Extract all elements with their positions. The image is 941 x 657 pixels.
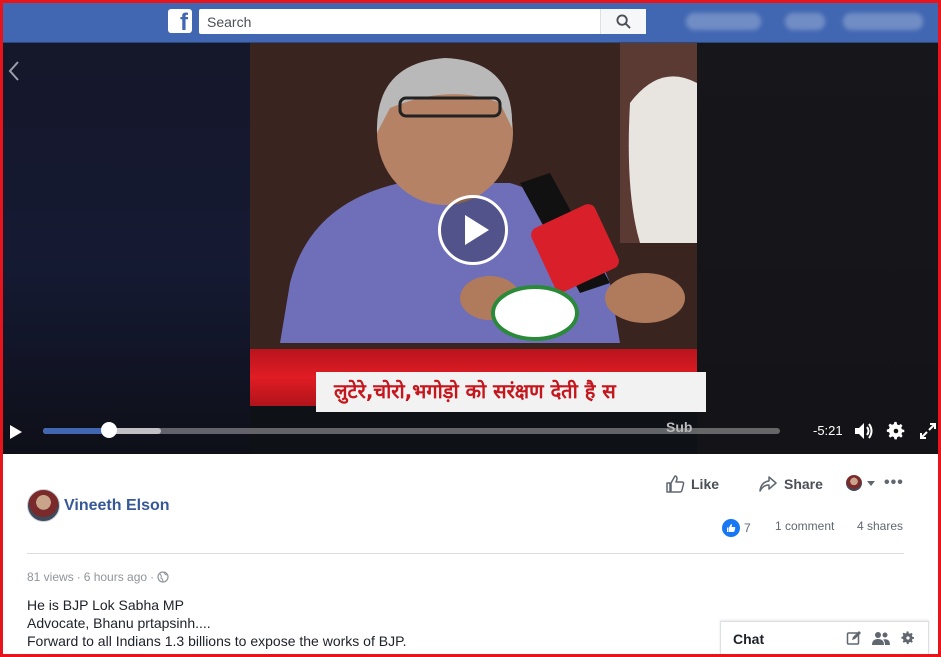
gear-icon[interactable]	[900, 630, 916, 646]
play-overlay-button[interactable]	[438, 195, 508, 265]
top-navigation-bar: f	[3, 3, 938, 43]
search-input[interactable]	[199, 9, 600, 34]
meta-separator: ·	[76, 570, 81, 584]
post-meta: 81 views · 6 hours ago ·	[27, 570, 169, 584]
gear-icon[interactable]	[885, 420, 907, 442]
search-icon	[616, 14, 631, 29]
share-arrow-icon	[759, 476, 777, 492]
search-box	[199, 9, 646, 34]
more-options-button[interactable]: •••	[884, 474, 904, 492]
comment-count[interactable]: 1 comment	[775, 519, 834, 533]
description-line: He is BJP Lok Sabha MP	[27, 597, 184, 613]
video-player[interactable]: लुटेरे,चोरो,भगोड़ो को सरंक्षण देती है स …	[3, 43, 938, 454]
share-button[interactable]: Share	[758, 474, 823, 494]
chat-bar[interactable]: Chat	[720, 621, 929, 654]
scrubber-handle[interactable]	[101, 422, 118, 438]
description-line: Advocate, Bhanu prtapsinh....	[27, 615, 211, 631]
facebook-logo-icon[interactable]: f	[168, 9, 192, 33]
time-remaining: -5:21	[813, 423, 843, 438]
share-count[interactable]: 4 shares	[857, 519, 903, 533]
ticker-text: लुटेरे,चोरो,भगोड़ो को सरंक्षण देती है स	[316, 372, 706, 412]
page-avatar	[846, 475, 862, 491]
description-line: Forward to all Indians 1.3 billions to e…	[27, 633, 407, 649]
chat-icons	[846, 630, 916, 646]
post-as-selector[interactable]	[846, 475, 877, 491]
reaction-summary[interactable]: 7	[722, 519, 751, 537]
meta-separator: ·	[150, 570, 155, 584]
video-letterbox-left	[3, 43, 250, 454]
like-reaction-icon	[722, 519, 740, 537]
fullscreen-icon[interactable]	[920, 423, 936, 439]
post-timestamp[interactable]: 6 hours ago	[84, 570, 147, 584]
volume-icon[interactable]	[853, 420, 875, 442]
chat-label: Chat	[733, 631, 765, 647]
chevron-down-icon	[867, 481, 875, 486]
news-ticker: लुटेरे,चोरो,भगोड़ो को सरंक्षण देती है स	[250, 349, 706, 412]
subtitles-toggle[interactable]: Sub	[666, 419, 692, 435]
divider	[27, 553, 904, 554]
contacts-icon[interactable]	[872, 630, 890, 646]
post-description: He is BJP Lok Sabha MP Advocate, Bhanu p…	[27, 596, 407, 650]
video-letterbox-right	[697, 43, 938, 454]
video-controls: Sub -5:21	[3, 417, 938, 447]
search-button[interactable]	[600, 9, 646, 34]
play-icon[interactable]	[9, 424, 23, 440]
chevron-left-icon[interactable]	[7, 60, 21, 82]
globe-icon[interactable]	[157, 571, 169, 583]
view-count: 81 views	[27, 570, 74, 584]
compose-icon[interactable]	[846, 630, 862, 646]
thumbs-up-icon	[666, 475, 685, 493]
share-label: Share	[784, 476, 823, 492]
blurred-create-link[interactable]	[843, 13, 923, 30]
played-bar	[43, 428, 110, 434]
blurred-profile-link[interactable]	[686, 13, 761, 30]
play-circle-icon	[465, 215, 489, 245]
author-avatar[interactable]	[27, 489, 60, 522]
like-button[interactable]: Like	[665, 474, 719, 494]
like-label: Like	[691, 476, 720, 492]
blurred-home-link[interactable]	[785, 13, 825, 30]
author-name[interactable]: Vineeth Elson	[64, 497, 170, 515]
like-count: 7	[744, 521, 751, 535]
